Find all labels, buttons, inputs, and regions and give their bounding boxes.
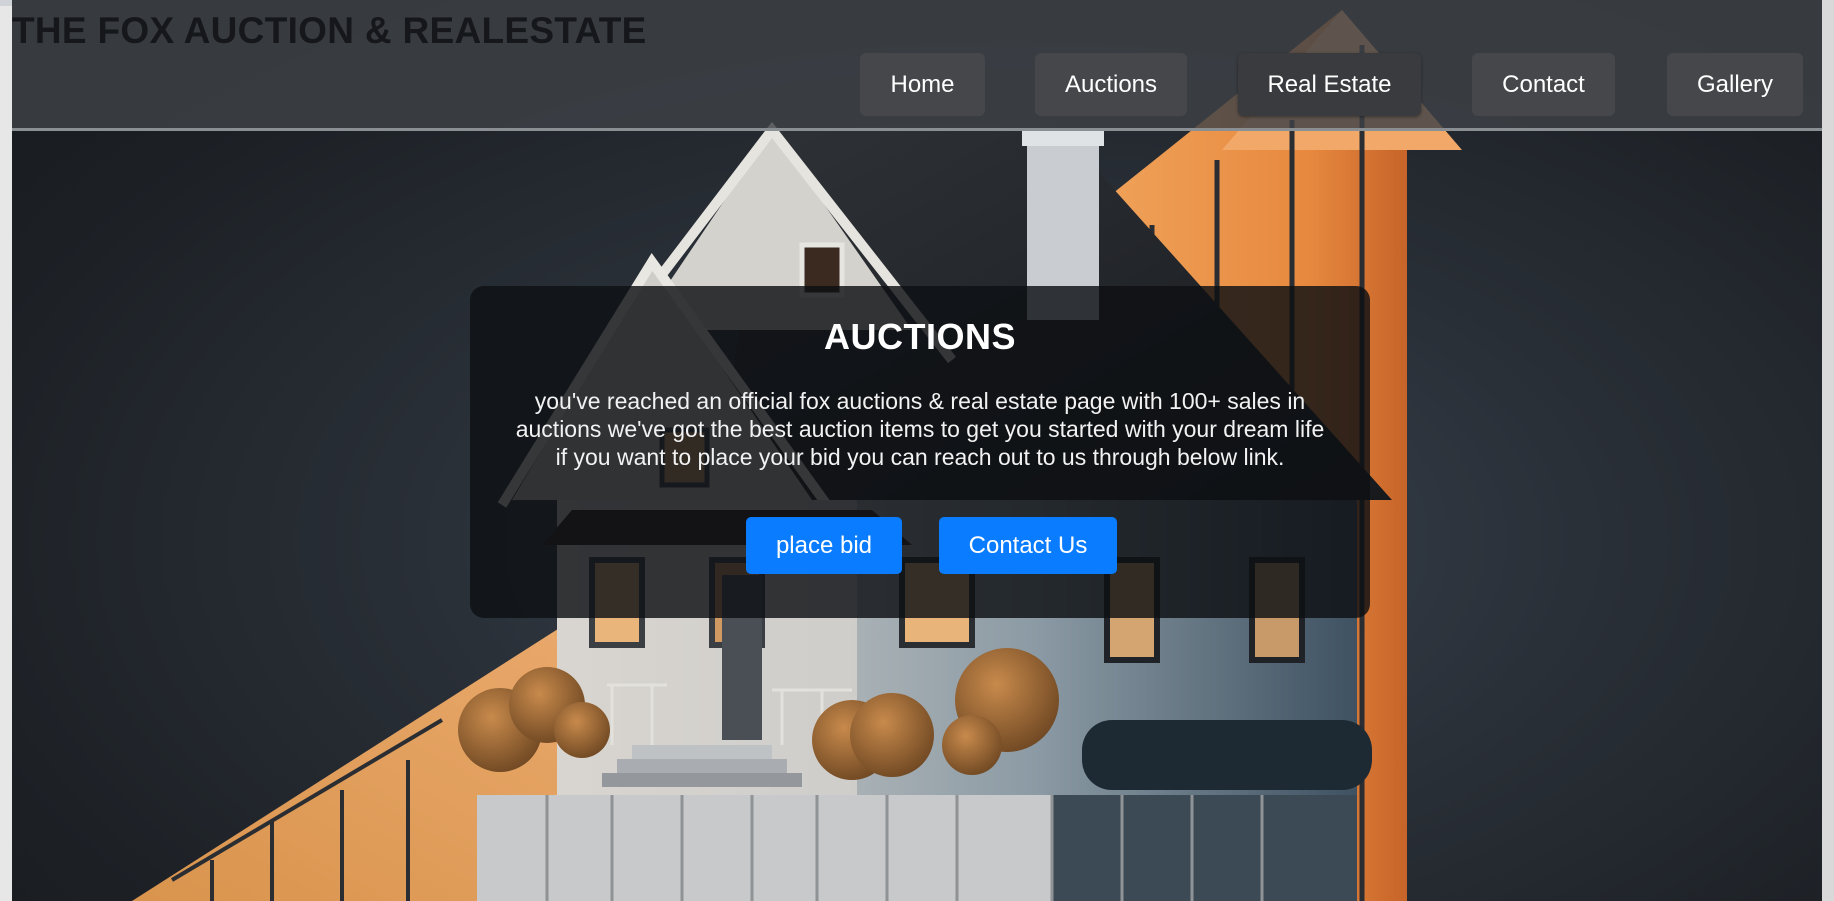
nav-gallery-button[interactable]: Gallery	[1667, 53, 1803, 116]
contact-us-button[interactable]: Contact Us	[939, 517, 1117, 574]
nav-auctions-button[interactable]: Auctions	[1035, 53, 1187, 116]
nav-home-button[interactable]: Home	[860, 53, 985, 116]
nav-contact-button[interactable]: Contact	[1472, 53, 1615, 116]
page-viewport: THE FOX AUCTION & REALESTATE Home Auctio…	[12, 0, 1834, 901]
page-frame: THE FOX AUCTION & REALESTATE Home Auctio…	[0, 0, 1834, 901]
hero-title: AUCTIONS	[824, 316, 1016, 357]
hero-description: you've reached an official fox auctions …	[515, 388, 1325, 470]
hero-card: AUCTIONS you've reached an official fox …	[470, 286, 1370, 618]
place-bid-button[interactable]: place bid	[746, 517, 902, 574]
site-header: THE FOX AUCTION & REALESTATE Home Auctio…	[12, 0, 1834, 131]
scrollbar-track[interactable]	[1822, 0, 1834, 901]
nav-real-estate-button[interactable]: Real Estate	[1238, 53, 1421, 116]
site-title: THE FOX AUCTION & REALESTATE	[12, 10, 647, 51]
